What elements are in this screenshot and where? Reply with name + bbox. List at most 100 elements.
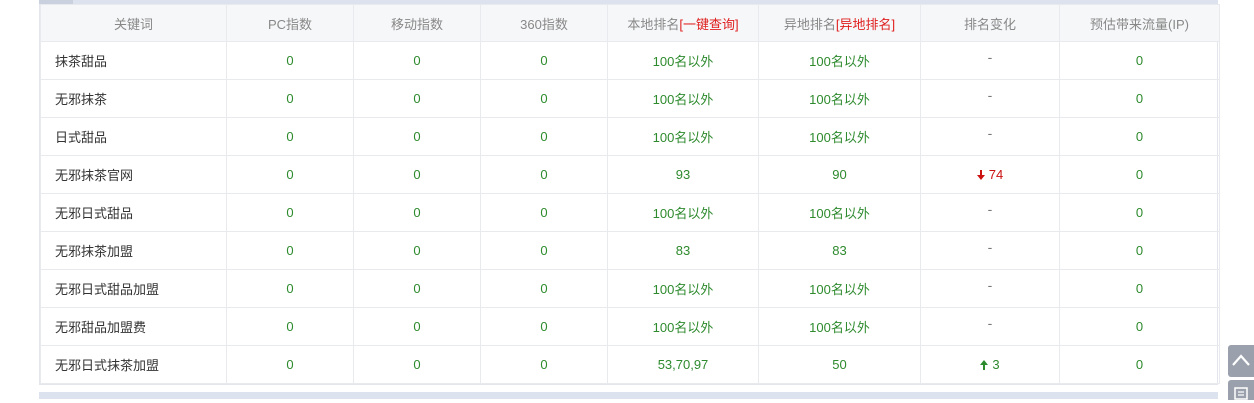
index-360-cell: 0 [480, 307, 608, 346]
keyword-cell: 无邪甜品加盟费 [40, 307, 227, 346]
index-360-cell: 0 [480, 117, 608, 156]
table-row: 无邪甜品加盟费 0 0 0 100名以外 100名以外 -0 [40, 307, 1220, 346]
remote-rank-cell: 90 [758, 155, 921, 194]
estimated-traffic-cell: 0 [1059, 345, 1220, 384]
local-rank-cell: 100名以外 [607, 307, 759, 346]
estimated-traffic-cell: 0 [1059, 155, 1220, 194]
index-360-cell: 0 [480, 155, 608, 194]
mobile-index-cell: 0 [353, 41, 481, 80]
keyword-cell: 日式甜品 [40, 117, 227, 156]
back-to-top-button[interactable] [1228, 345, 1254, 377]
col-header-pc-index: PC指数 [226, 4, 354, 42]
rank-change-cell: - [920, 231, 1060, 270]
mobile-index-cell: 0 [353, 117, 481, 156]
keyword-cell: 无邪日式甜品 [40, 193, 227, 232]
table-row: 抹茶甜品 0 0 0 100名以外 100名以外 -0 [40, 41, 1220, 80]
local-rank-cell: 100名以外 [607, 41, 759, 80]
table-row: 无邪抹茶 0 0 0 100名以外 100名以外 -0 [40, 79, 1220, 118]
no-change-dash: - [987, 314, 993, 331]
keyword-rank-table: 关键词 PC指数 移动指数 360指数 本地排名[一键查询] 异地排名[异地排名… [40, 4, 1220, 384]
remote-rank-link[interactable]: [异地排名] [836, 17, 895, 32]
col-header-rank-change: 排名变化 [920, 4, 1060, 42]
remote-rank-cell: 100名以外 [758, 307, 921, 346]
keyword-cell: 抹茶甜品 [40, 41, 227, 80]
local-rank-cell: 83 [607, 231, 759, 270]
estimated-traffic-cell: 0 [1059, 41, 1220, 80]
index-360-cell: 0 [480, 41, 608, 80]
table-row: 无邪抹茶官网 0 0 0 93 90 74 0 [40, 155, 1220, 194]
no-change-dash: - [987, 86, 993, 103]
next-panel-strip [39, 392, 1218, 399]
rank-change-cell: 74 [920, 155, 1060, 194]
rank-rise: 3 [980, 357, 1000, 372]
no-change-dash: - [987, 48, 993, 65]
estimated-traffic-cell: 0 [1059, 193, 1220, 232]
estimated-traffic-cell: 0 [1059, 269, 1220, 308]
remote-rank-cell: 50 [758, 345, 921, 384]
rank-drop: 74 [976, 167, 1004, 182]
index-360-cell: 0 [480, 231, 608, 270]
arrow-up-icon [980, 360, 989, 370]
keyword-cell: 无邪抹茶加盟 [40, 231, 227, 270]
mobile-index-cell: 0 [353, 345, 481, 384]
local-rank-cell: 100名以外 [607, 79, 759, 118]
table-row: 无邪抹茶加盟 0 0 0 83 83-0 [40, 231, 1220, 270]
rank-change-cell: - [920, 269, 1060, 308]
local-rank-cell: 100名以外 [607, 193, 759, 232]
mobile-index-cell: 0 [353, 79, 481, 118]
col-header-360-index: 360指数 [480, 4, 608, 42]
rank-change-cell: - [920, 41, 1060, 80]
no-change-dash: - [987, 124, 993, 141]
remote-rank-cell: 100名以外 [758, 193, 921, 232]
table-row: 无邪日式甜品 0 0 0 100名以外 100名以外 -0 [40, 193, 1220, 232]
arrow-down-icon [976, 170, 985, 180]
table-row: 日式甜品 0 0 0 100名以外 100名以外 -0 [40, 117, 1220, 156]
no-change-dash: - [987, 238, 993, 255]
remote-rank-cell: 100名以外 [758, 41, 921, 80]
remote-rank-cell: 83 [758, 231, 921, 270]
mobile-index-cell: 0 [353, 155, 481, 194]
pc-index-cell: 0 [226, 117, 354, 156]
rank-change-cell: - [920, 79, 1060, 118]
table-row: 无邪日式甜品加盟 0 0 0 100名以外 100名以外 -0 [40, 269, 1220, 308]
pc-index-cell: 0 [226, 231, 354, 270]
remote-rank-cell: 100名以外 [758, 117, 921, 156]
local-rank-cell: 100名以外 [607, 269, 759, 308]
col-header-local-rank: 本地排名[一键查询] [607, 4, 759, 42]
local-rank-label: 本地排名 [627, 16, 680, 32]
rank-change-value: 74 [988, 167, 1004, 182]
rank-change-cell: - [920, 307, 1060, 346]
estimated-traffic-cell: 0 [1059, 117, 1220, 156]
edit-icon [1234, 387, 1248, 400]
index-360-cell: 0 [480, 345, 608, 384]
feedback-button[interactable] [1228, 380, 1254, 400]
index-360-cell: 0 [480, 79, 608, 118]
pc-index-cell: 0 [226, 193, 354, 232]
pc-index-cell: 0 [226, 269, 354, 308]
col-header-remote-rank: 异地排名[异地排名] [758, 4, 921, 42]
mobile-index-cell: 0 [353, 307, 481, 346]
estimated-traffic-cell: 0 [1059, 307, 1220, 346]
pc-index-cell: 0 [226, 307, 354, 346]
estimated-traffic-cell: 0 [1059, 79, 1220, 118]
col-header-estimated-traffic: 预估带来流量(IP) [1059, 4, 1220, 42]
pc-index-cell: 0 [226, 155, 354, 194]
table-header-row: 关键词 PC指数 移动指数 360指数 本地排名[一键查询] 异地排名[异地排名… [40, 4, 1220, 42]
pc-index-cell: 0 [226, 41, 354, 80]
local-rank-cell: 93 [607, 155, 759, 194]
index-360-cell: 0 [480, 269, 608, 308]
remote-rank-label: 异地排名 [783, 16, 836, 32]
remote-rank-cell: 100名以外 [758, 269, 921, 308]
local-rank-cell: 100名以外 [607, 117, 759, 156]
keyword-cell: 无邪抹茶 [40, 79, 227, 118]
mobile-index-cell: 0 [353, 269, 481, 308]
rank-change-value: 3 [992, 357, 1000, 372]
remote-rank-cell: 100名以外 [758, 79, 921, 118]
rank-change-cell: - [920, 117, 1060, 156]
one-click-query-link[interactable]: [一键查询] [679, 17, 738, 32]
estimated-traffic-cell: 0 [1059, 231, 1220, 270]
keyword-rank-table-container: 关键词 PC指数 移动指数 360指数 本地排名[一键查询] 异地排名[异地排名… [39, 4, 1220, 385]
col-header-mobile-index: 移动指数 [353, 4, 481, 42]
col-header-keyword: 关键词 [40, 4, 227, 42]
local-rank-cell: 53,70,97 [607, 345, 759, 384]
